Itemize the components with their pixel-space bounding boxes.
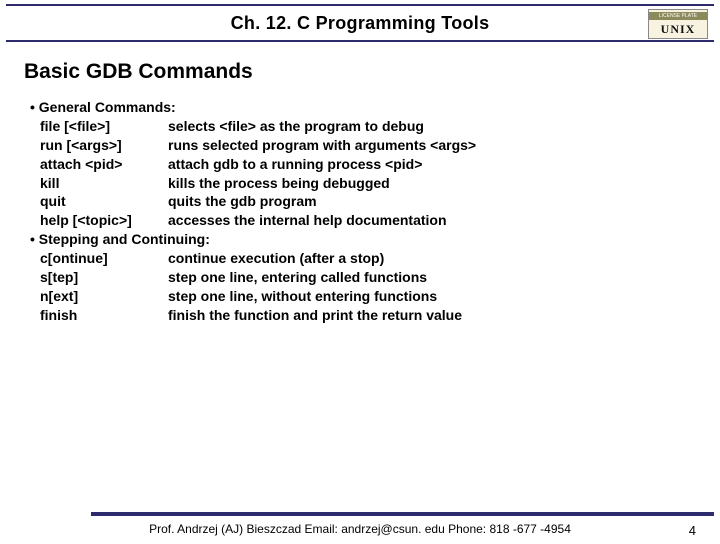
command-row: n[ext] step one line, without entering f… [40,287,690,306]
command-name: n[ext] [40,287,168,306]
logo-main-text: UNIX [661,20,696,37]
footer-text: Prof. Andrzej (AJ) Bieszczad Email: andr… [0,516,720,536]
unix-logo: LICENSE PLATE UNIX [648,9,708,39]
command-name: file [<file>] [40,117,168,136]
page-number: 4 [689,523,696,538]
logo-top-text: LICENSE PLATE [649,12,707,20]
command-name: run [<args>] [40,136,168,155]
command-row: kill kills the process being debugged [40,174,690,193]
command-name: finish [40,306,168,325]
command-desc: step one line, entering called functions [168,268,690,287]
command-desc: step one line, without entering function… [168,287,690,306]
command-desc: quits the gdb program [168,192,690,211]
command-row: file [<file>] selects <file> as the prog… [40,117,690,136]
command-desc: finish the function and print the return… [168,306,690,325]
command-row: attach <pid> attach gdb to a running pro… [40,155,690,174]
content-body: • General Commands: file [<file>] select… [30,98,690,325]
command-name: kill [40,174,168,193]
command-row: help [<topic>] accesses the internal hel… [40,211,690,230]
section-title: Basic GDB Commands [24,60,720,84]
group-heading-1: • Stepping and Continuing: [30,230,690,249]
command-desc: kills the process being debugged [168,174,690,193]
command-name: attach <pid> [40,155,168,174]
command-name: c[ontinue] [40,249,168,268]
command-name: quit [40,192,168,211]
command-row: run [<args>] runs selected program with … [40,136,690,155]
command-desc: accesses the internal help documentation [168,211,690,230]
command-row: finish finish the function and print the… [40,306,690,325]
group-heading-0: • General Commands: [30,98,690,117]
command-desc: selects <file> as the program to debug [168,117,690,136]
command-name: s[tep] [40,268,168,287]
command-desc: runs selected program with arguments <ar… [168,136,690,155]
command-row: s[tep] step one line, entering called fu… [40,268,690,287]
header-title: Ch. 12. C Programming Tools [231,13,490,34]
command-desc: attach gdb to a running process <pid> [168,155,690,174]
footer: Prof. Andrzej (AJ) Bieszczad Email: andr… [0,512,720,544]
command-row: quit quits the gdb program [40,192,690,211]
command-name: help [<topic>] [40,211,168,230]
command-row: c[ontinue] continue execution (after a s… [40,249,690,268]
header-bar: Ch. 12. C Programming Tools LICENSE PLAT… [6,4,714,42]
command-desc: continue execution (after a stop) [168,249,690,268]
